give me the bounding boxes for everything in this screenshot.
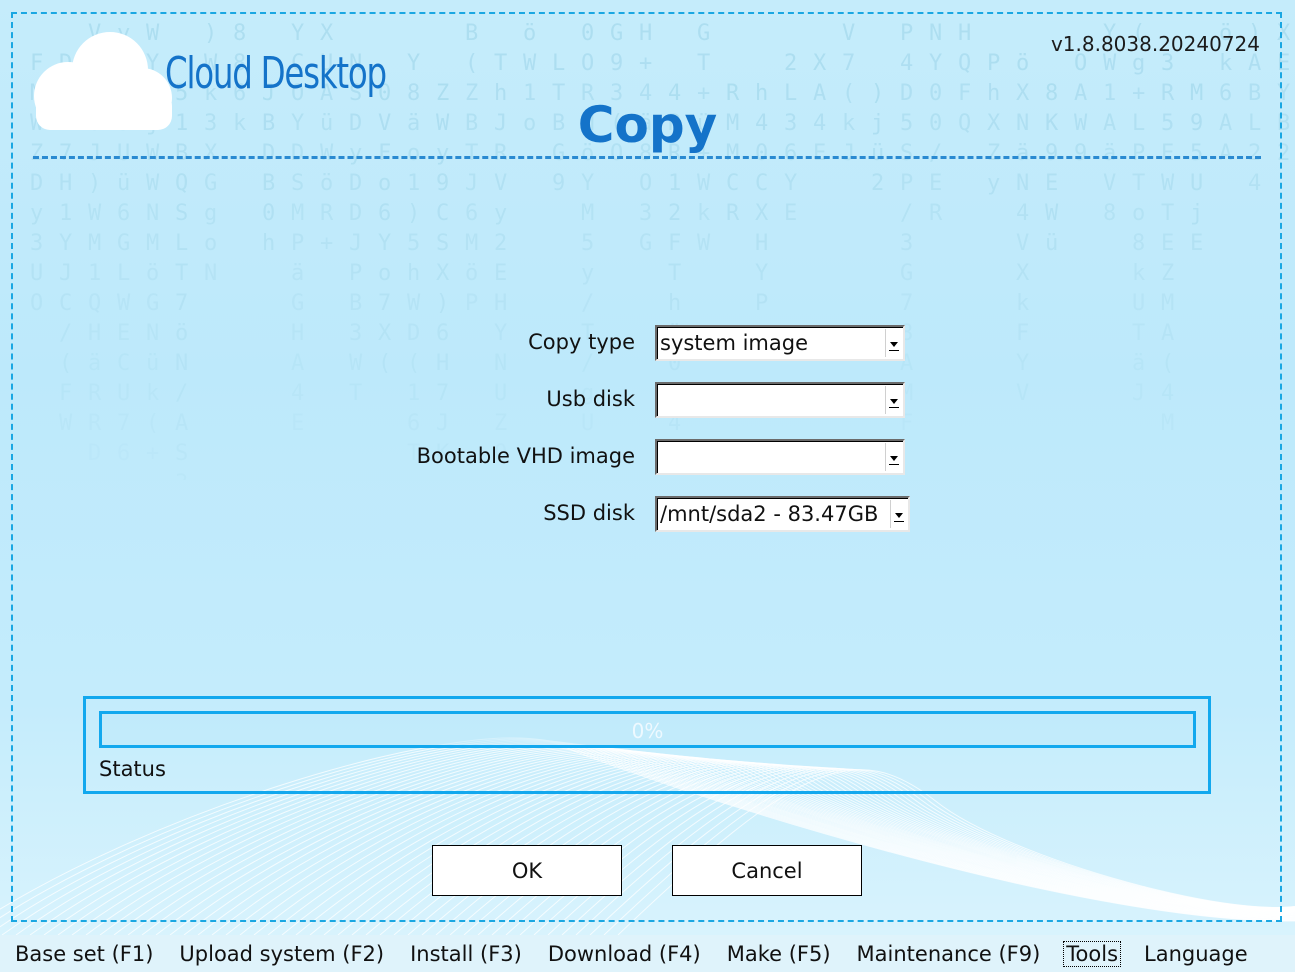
menu-item-base-set[interactable]: Base set (F1) [12,941,156,967]
page-title: Copy [577,96,718,154]
ssd-disk-select[interactable]: /mnt/sda2 - 83.47GB [655,496,910,532]
menu-item-upload-system[interactable]: Upload system (F2) [176,941,387,967]
usb-disk-row: Usb disk [0,382,1295,418]
chevron-down-icon[interactable] [885,386,901,414]
vhd-image-label: Bootable VHD image [416,444,635,468]
header-divider [33,156,1261,159]
progress-panel: 0% Status [83,696,1211,794]
usb-disk-label: Usb disk [546,387,635,411]
bottom-menu-bar: Base set (F1) Upload system (F2) Install… [0,935,1295,972]
menu-item-download[interactable]: Download (F4) [545,941,704,967]
main-screen: FMWZDy3UODYM7H1YJC/(FWV17OJ)WM1QHäRRDyXM… [0,0,1295,935]
progress-bar: 0% [99,711,1196,748]
copy-type-label: Copy type [528,330,635,354]
menu-item-tools[interactable]: Tools [1063,940,1122,967]
app-title: Cloud Desktop [165,48,387,99]
ssd-disk-label: SSD disk [543,501,635,525]
usb-disk-select[interactable] [655,382,905,418]
copy-type-value: system image [660,331,809,355]
copy-type-row: Copy type system image [0,325,1295,361]
ssd-disk-value: /mnt/sda2 - 83.47GB [660,502,879,526]
version-label: v1.8.8038.20240724 [1050,32,1260,56]
cancel-button[interactable]: Cancel [672,845,862,896]
chevron-down-icon[interactable] [890,500,906,528]
menu-item-make[interactable]: Make (F5) [724,941,834,967]
copy-type-select[interactable]: system image [655,325,905,361]
chevron-down-icon[interactable] [885,329,901,357]
ssd-disk-row: SSD disk /mnt/sda2 - 83.47GB [0,496,1295,532]
progress-percent: 0% [631,719,664,743]
menu-item-language[interactable]: Language [1141,941,1251,967]
menu-item-maintenance[interactable]: Maintenance (F9) [854,941,1044,967]
status-text: Status [99,757,166,781]
chevron-down-icon[interactable] [885,443,901,471]
vhd-image-row: Bootable VHD image [0,439,1295,475]
vhd-image-select[interactable] [655,439,905,475]
ok-button[interactable]: OK [432,845,622,896]
menu-item-install[interactable]: Install (F3) [407,941,525,967]
